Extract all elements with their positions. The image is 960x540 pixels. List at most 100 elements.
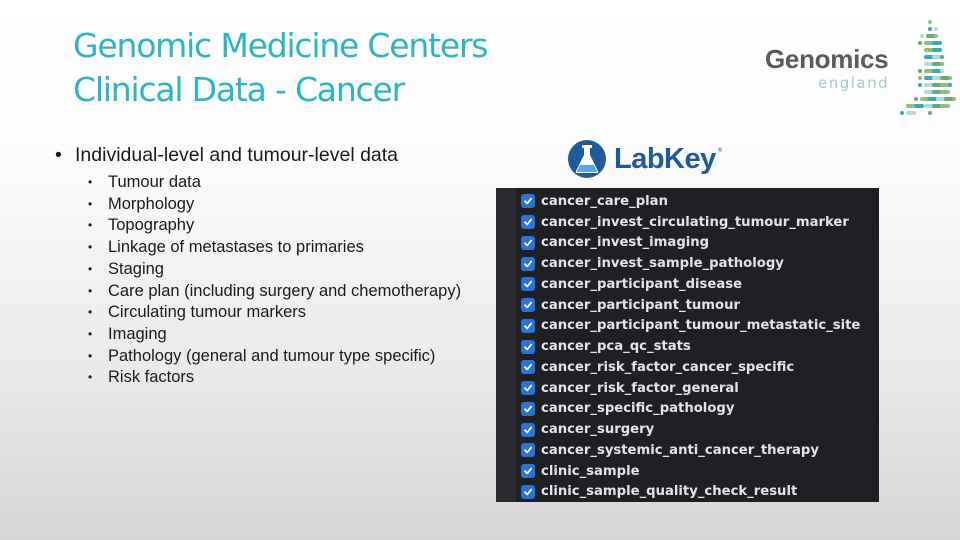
sub-bullet-text: Pathology (general and tumour type speci… (108, 346, 436, 365)
table-checklist-item[interactable]: cancer_invest_circulating_tumour_marker (521, 212, 860, 233)
table-name-label: cancer_risk_factor_cancer_specific (541, 359, 795, 375)
checkbox-checked-icon[interactable] (521, 422, 535, 437)
table-name-label: cancer_specific_pathology (541, 401, 735, 417)
table-checklist-item[interactable]: cancer_systemic_anti_cancer_therapy (521, 440, 860, 461)
labkey-logo: LabKey ® (567, 139, 727, 181)
table-name-label: cancer_participant_tumour (541, 297, 740, 313)
logo-dot (940, 69, 944, 73)
logo-dot (918, 76, 922, 80)
table-name-label: cancer_participant_disease (541, 276, 743, 292)
table-name-label: cancer_participant_tumour_metastatic_sit… (541, 318, 861, 334)
logo-dot (952, 97, 956, 101)
sub-bullet-item: • Care plan (including surgery and chemot… (88, 281, 495, 303)
logo-dot (914, 97, 918, 101)
checkbox-checked-icon[interactable] (521, 215, 535, 230)
bullet-icon: • (88, 261, 93, 276)
table-name-label: cancer_invest_imaging (541, 235, 710, 251)
sub-bullet-item: • Morphology (88, 194, 495, 216)
checkbox-checked-icon[interactable] (521, 381, 535, 396)
table-checklist-item[interactable]: cancer_care_plan (521, 191, 860, 212)
table-name-label: cancer_care_plan (541, 193, 668, 209)
table-name-label: cancer_invest_sample_pathology (541, 256, 784, 272)
slide-title-line-1: Genomic Medicine Centers (73, 26, 489, 65)
logo-dot (940, 62, 944, 66)
checkbox-checked-icon[interactable] (521, 194, 535, 209)
table-checklist-item[interactable]: cancer_specific_pathology (521, 399, 860, 420)
table-checklist-item[interactable]: cancer_surgery (521, 419, 860, 440)
bullet-list: • Individual-level and tumour-level data… (55, 142, 495, 389)
table-checklist-item[interactable]: cancer_participant_tumour_metastatic_sit… (521, 316, 860, 337)
bullet-icon: • (88, 348, 93, 363)
logo-dot (940, 55, 944, 59)
checkbox-checked-icon[interactable] (521, 464, 535, 479)
bullet-main-text: Individual-level and tumour-level data (75, 144, 399, 166)
bullet-main: • Individual-level and tumour-level data (55, 142, 495, 168)
table-name-label: clinic_sample (541, 463, 640, 479)
sub-bullet-text: Staging (108, 259, 164, 278)
checkbox-checked-icon[interactable] (521, 360, 535, 375)
checkbox-checked-icon[interactable] (521, 277, 535, 292)
sub-bullet-item: • Imaging (88, 324, 495, 346)
logo-dot (932, 41, 942, 45)
labkey-logo-word: LabKey (614, 143, 716, 175)
logo-dot (934, 34, 938, 38)
uk-map-dots-icon (900, 20, 956, 115)
logo-dot (940, 104, 950, 108)
checkbox-checked-icon[interactable] (521, 256, 535, 271)
table-name-label: cancer_risk_factor_general (541, 380, 739, 396)
flask-icon (568, 140, 606, 178)
sub-bullet-list: • Tumour data • Morphology • Topography • Linka… (88, 172, 495, 389)
checkbox-checked-icon[interactable] (521, 443, 535, 458)
logo-dot (918, 69, 922, 73)
checkbox-checked-icon[interactable] (521, 235, 535, 250)
table-checklist-item[interactable]: cancer_invest_sample_pathology (521, 253, 860, 274)
logo-dot (906, 111, 916, 115)
table-checklist-item[interactable]: cancer_participant_disease (521, 274, 860, 295)
sub-bullet-text: Care plan (including surgery and chemoth… (108, 281, 462, 300)
sub-bullet-item: • Topography (88, 215, 495, 237)
logo-dot (934, 27, 938, 31)
sub-bullet-text: Risk factors (108, 368, 195, 387)
logo-dot (920, 34, 924, 38)
sub-bullet-item: • Linkage of metastases to primaries (88, 237, 495, 259)
table-checklist-item[interactable]: cancer_participant_tumour (521, 295, 860, 316)
logo-dot (928, 20, 932, 24)
sub-bullet-item: • Risk factors (88, 367, 495, 389)
checkbox-checked-icon[interactable] (521, 339, 535, 354)
sub-bullet-item: • Pathology (general and tumour type spec… (88, 346, 495, 368)
bullet-icon: • (88, 218, 93, 233)
table-checklist-item[interactable]: cancer_risk_factor_cancer_specific (521, 357, 860, 378)
logo-dot (900, 111, 904, 115)
table-name-label: cancer_systemic_anti_cancer_therapy (541, 442, 819, 458)
checkbox-checked-icon[interactable] (521, 401, 535, 416)
sub-bullet-text: Linkage of metastases to primaries (108, 238, 364, 257)
bullet-icon: • (88, 283, 93, 298)
table-name-label: cancer_surgery (541, 422, 655, 438)
bullet-icon: • (88, 175, 93, 189)
table-checklist-item[interactable]: cancer_pca_qc_stats (521, 336, 860, 357)
checkbox-checked-icon[interactable] (521, 484, 535, 499)
sub-bullet-text: Imaging (108, 324, 167, 343)
bullet-icon: • (88, 305, 93, 320)
logo-dot (948, 76, 952, 80)
sub-bullet-item: • Circulating tumour markers (88, 302, 495, 324)
logo-dot (932, 48, 942, 52)
sub-bullet-text: Circulating tumour markers (108, 303, 307, 322)
sub-bullet-item: • Tumour data (88, 172, 495, 194)
bullet-icon: • (88, 370, 93, 385)
checkbox-checked-icon[interactable] (521, 318, 535, 333)
labkey-table-checklist: cancer_care_plan cancer_invest_circulatin… (496, 188, 879, 502)
table-name-label: clinic_sample_quality_check_result (541, 484, 798, 500)
table-checklist-item[interactable]: cancer_invest_imaging (521, 233, 860, 254)
table-checklist-item[interactable]: clinic_sample (521, 461, 860, 482)
checkbox-checked-icon[interactable] (521, 298, 535, 313)
genomics-england-logo-word: Genomics (765, 44, 889, 74)
bullet-icon: • (88, 196, 93, 211)
table-checklist-item[interactable]: clinic_sample_quality_check_result (521, 482, 860, 503)
genomics-england-logo: Genomics england (760, 14, 960, 124)
slide-title-line-2: Clinical Data - Cancer (73, 70, 405, 109)
bullet-icon: • (55, 144, 62, 166)
sub-bullet-text: Tumour data (108, 173, 201, 191)
logo-dot (940, 90, 950, 94)
table-checklist-item[interactable]: cancer_risk_factor_general (521, 378, 860, 399)
